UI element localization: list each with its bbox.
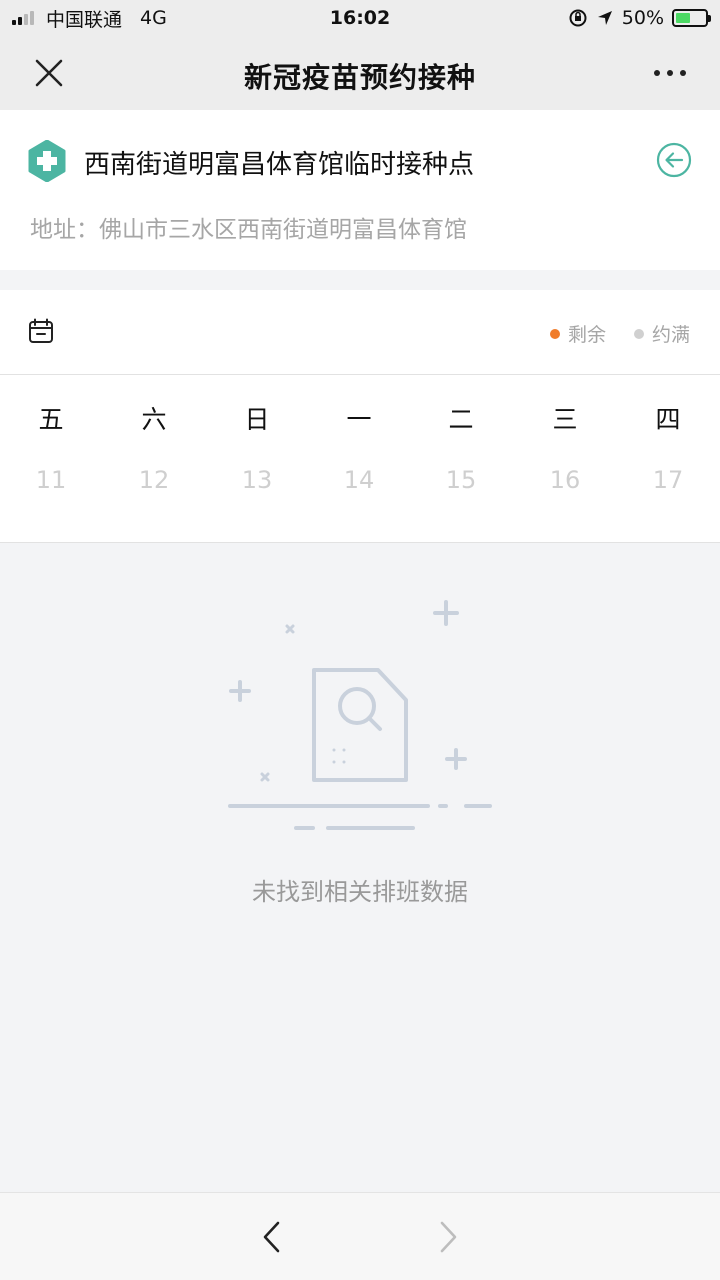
page-title: 新冠疫苗预约接种 (243, 61, 476, 94)
site-card: 西南街道明富昌体育馆临时接种点 地址：佛山市三水区西南街道明富昌体育馆 (0, 110, 720, 270)
date-cell[interactable]: 14 (319, 466, 399, 494)
weekday-label: 五 (38, 405, 64, 434)
status-right: 50% (568, 0, 711, 36)
weekday-label: 六 (141, 405, 167, 434)
site-address: 地址：佛山市三水区西南街道明富昌体育馆 (30, 217, 467, 243)
weekday-label: 二 (448, 405, 474, 434)
battery-percent: 50% (621, 7, 664, 29)
weekday-label: 日 (244, 405, 270, 434)
back-arrow-circle-icon[interactable] (656, 142, 692, 178)
location-arrow-icon (597, 11, 612, 25)
date-cell[interactable]: 12 (114, 466, 194, 494)
weekday-label: 三 (552, 405, 578, 434)
legend-dot-available (549, 328, 560, 339)
legend-item-available: 剩余 (549, 320, 606, 347)
title-bar: 新冠疫苗预约接种 (0, 36, 720, 110)
bottom-nav-bar (0, 1192, 720, 1280)
date-cell[interactable]: 11 (11, 466, 91, 494)
legend-label-available: 剩余 (567, 324, 606, 346)
weekday-row: 五 六 日 一 二 三 四 (0, 400, 720, 440)
rotation-lock-icon (569, 9, 587, 27)
legend-item-full: 约满 (633, 320, 690, 347)
battery-level (676, 13, 690, 23)
availability-legend: 剩余 约满 (522, 320, 690, 347)
status-bar: 中国联通 4G 16:02 50% (0, 0, 720, 36)
calendar-divider (0, 542, 720, 543)
site-name: 西南街道明富昌体育馆临时接种点 (84, 150, 475, 180)
chevron-right-icon[interactable] (432, 1217, 464, 1257)
chevron-left-icon[interactable] (256, 1217, 288, 1257)
date-cell[interactable]: 13 (217, 466, 297, 494)
medical-cross-icon (28, 140, 66, 182)
date-cell[interactable]: 17 (628, 466, 708, 494)
calendar-header: 剩余 约满 (0, 290, 720, 375)
weekday-label: 一 (346, 405, 372, 434)
calendar-icon[interactable] (28, 318, 54, 344)
date-cell[interactable]: 15 (421, 466, 501, 494)
weekday-label: 四 (655, 405, 681, 434)
legend-dot-full (633, 328, 644, 339)
date-cell[interactable]: 16 (525, 466, 605, 494)
schedule-calendar: 剩余 约满 五 六 日 一 二 三 四 11 12 13 14 15 16 17 (0, 290, 720, 543)
battery-icon (672, 9, 711, 27)
legend-label-full: 约满 (651, 324, 690, 346)
more-options-icon[interactable] (650, 64, 690, 82)
document-search-icon (228, 600, 492, 830)
date-row: 11 12 13 14 15 16 17 (0, 466, 720, 506)
empty-state-message: 未找到相关排班数据 (252, 878, 468, 906)
